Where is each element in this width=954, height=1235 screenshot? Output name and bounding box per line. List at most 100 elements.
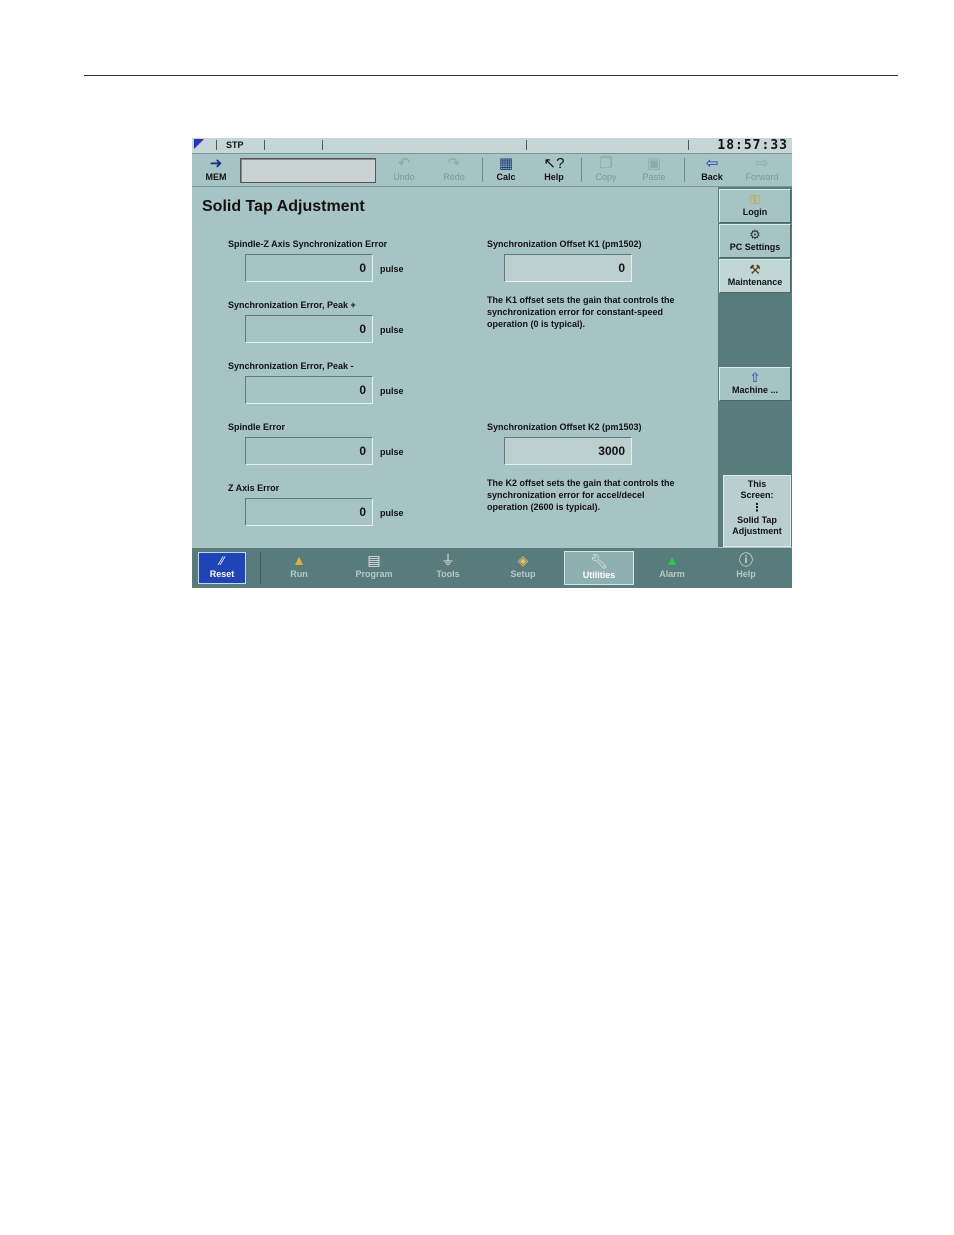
nav-tools[interactable]: ⏚ Tools xyxy=(413,551,483,585)
corner-flag-icon xyxy=(194,139,204,149)
undo-label: Undo xyxy=(393,172,415,182)
message-box xyxy=(240,158,376,183)
page-title: Solid Tap Adjustment xyxy=(202,198,365,215)
sync-offset-k2-input[interactable]: 3000 xyxy=(504,437,632,465)
back-button[interactable]: ⇦ Back xyxy=(690,155,734,185)
this-screen-indicator: This Screen: ⋮ Solid Tap Adjustment xyxy=(723,475,791,547)
nav-alarm[interactable]: ▲ Alarm xyxy=(637,551,707,585)
copy-button[interactable]: ❐ Copy xyxy=(584,155,628,185)
this-screen-line: Solid Tap xyxy=(737,515,777,525)
info-icon: ⓘ xyxy=(739,552,753,568)
undo-button[interactable]: ↶ Undo xyxy=(382,155,426,185)
nav-utilities-label: Utilities xyxy=(582,570,616,580)
reset-label: Reset xyxy=(209,569,235,579)
nav-run[interactable]: ▲ Run xyxy=(264,551,334,585)
toolbar-divider xyxy=(684,158,685,182)
program-icon: ▤ xyxy=(367,552,381,568)
nav-help-label: Help xyxy=(736,569,756,579)
nav-program[interactable]: ▤ Program xyxy=(339,551,409,585)
page-header-rule xyxy=(84,75,898,76)
status-divider xyxy=(688,140,689,150)
copy-label: Copy xyxy=(595,172,617,182)
setup-icon: ◈ xyxy=(517,552,529,568)
reset-button[interactable]: ⁄⁄ Reset xyxy=(198,552,246,584)
spindle-z-sync-error-field: 0 xyxy=(245,254,373,282)
redo-label: Redo xyxy=(443,172,465,182)
cnc-screen: STP 18:57:33 ➜ MEM ↶ Undo ↷ Redo ▦ Calc … xyxy=(192,138,792,588)
redo-icon: ↷ xyxy=(447,155,461,172)
nav-tools-label: Tools xyxy=(436,569,460,579)
nav-alarm-label: Alarm xyxy=(659,569,685,579)
unit-label: pulse xyxy=(380,386,404,396)
k2-description: The K2 offset sets the gain that control… xyxy=(487,478,675,512)
chain-icon: ⋮ xyxy=(751,502,763,514)
help-pointer-icon: ↖? xyxy=(543,155,565,172)
help-toolbar-label: Help xyxy=(544,172,564,182)
status-divider xyxy=(216,140,217,150)
unit-label: pulse xyxy=(380,508,404,518)
status-divider xyxy=(264,140,265,150)
pc-settings-label: PC Settings xyxy=(729,242,781,252)
run-icon: ▲ xyxy=(292,552,306,568)
maintenance-label: Maintenance xyxy=(727,277,783,287)
sync-offset-k1-label: Synchronization Offset K1 (pm1502) xyxy=(487,239,642,249)
nav-utilities[interactable]: 🔧︎ Utilities xyxy=(564,551,634,585)
login-button[interactable]: ⚿ Login xyxy=(719,189,791,223)
alarm-light-icon: ▲ xyxy=(665,552,679,568)
reset-icon: ⁄⁄ xyxy=(219,554,224,568)
paste-button[interactable]: ▣ Paste xyxy=(632,155,676,185)
status-divider xyxy=(322,140,323,150)
calc-label: Calc xyxy=(496,172,516,182)
tools-icon: ⚒ xyxy=(749,262,761,277)
spindle-error-label: Spindle Error xyxy=(228,422,286,432)
unit-label: pulse xyxy=(380,264,404,274)
k1-description: The K1 offset sets the gain that control… xyxy=(487,295,675,329)
this-screen-line: Screen: xyxy=(740,490,774,500)
status-divider xyxy=(526,140,527,150)
forward-button[interactable]: ⇨ Forward xyxy=(740,155,784,185)
z-axis-error-label: Z Axis Error xyxy=(228,483,280,493)
help-toolbar-button[interactable]: ↖? Help xyxy=(532,155,576,185)
undo-icon: ↶ xyxy=(397,155,411,172)
unit-label: pulse xyxy=(380,447,404,457)
nav-setup[interactable]: ◈ Setup xyxy=(488,551,558,585)
mem-button[interactable]: ➜ MEM xyxy=(194,155,238,185)
spindle-z-sync-error-label: Spindle-Z Axis Synchronization Error xyxy=(228,239,388,249)
toolbar-divider xyxy=(581,158,582,182)
calc-button[interactable]: ▦ Calc xyxy=(484,155,528,185)
status-bar: STP 18:57:33 xyxy=(192,138,792,154)
this-screen-line: This xyxy=(747,479,767,489)
login-label: Login xyxy=(742,207,768,217)
toolbar-divider xyxy=(482,158,483,182)
copy-icon: ❐ xyxy=(599,155,613,172)
sync-error-peak-minus-label: Synchronization Error, Peak - xyxy=(228,361,354,371)
sync-error-peak-minus-field: 0 xyxy=(245,376,373,404)
wrench-icon: 🔧︎ xyxy=(590,553,608,569)
sync-offset-k2-label: Synchronization Offset K2 (pm1503) xyxy=(487,422,642,432)
mem-icon: ➜ xyxy=(209,155,223,172)
nav-help[interactable]: ⓘ Help xyxy=(711,551,781,585)
sync-error-peak-plus-field: 0 xyxy=(245,315,373,343)
redo-button[interactable]: ↷ Redo xyxy=(432,155,476,185)
pc-settings-button[interactable]: ⚙ PC Settings xyxy=(719,224,791,258)
z-axis-error-field: 0 xyxy=(245,498,373,526)
machine-button[interactable]: ⇧ Machine ... xyxy=(719,367,791,401)
spindle-error-field: 0 xyxy=(245,437,373,465)
nav-setup-label: Setup xyxy=(510,569,536,579)
nav-run-label: Run xyxy=(290,569,308,579)
this-screen-line: Adjustment xyxy=(732,526,782,536)
forward-label: Forward xyxy=(745,172,779,182)
tool-holder-icon: ⏚ xyxy=(441,552,455,568)
bottom-nav: ⁄⁄ Reset ▲ Run ▤ Program ⏚ Tools ◈ Setup… xyxy=(192,548,792,588)
paste-icon: ▣ xyxy=(646,155,662,172)
up-arrow-icon: ⇧ xyxy=(749,370,761,385)
calculator-icon: ▦ xyxy=(498,155,514,172)
unit-label: pulse xyxy=(380,325,404,335)
maintenance-button[interactable]: ⚒ Maintenance xyxy=(719,259,791,293)
nav-divider xyxy=(260,552,261,584)
mem-label: MEM xyxy=(205,172,227,182)
pc-settings-icon: ⚙ xyxy=(749,227,761,242)
sync-offset-k1-input[interactable]: 0 xyxy=(504,254,632,282)
back-label: Back xyxy=(701,172,723,182)
key-icon: ⚿ xyxy=(750,192,760,207)
